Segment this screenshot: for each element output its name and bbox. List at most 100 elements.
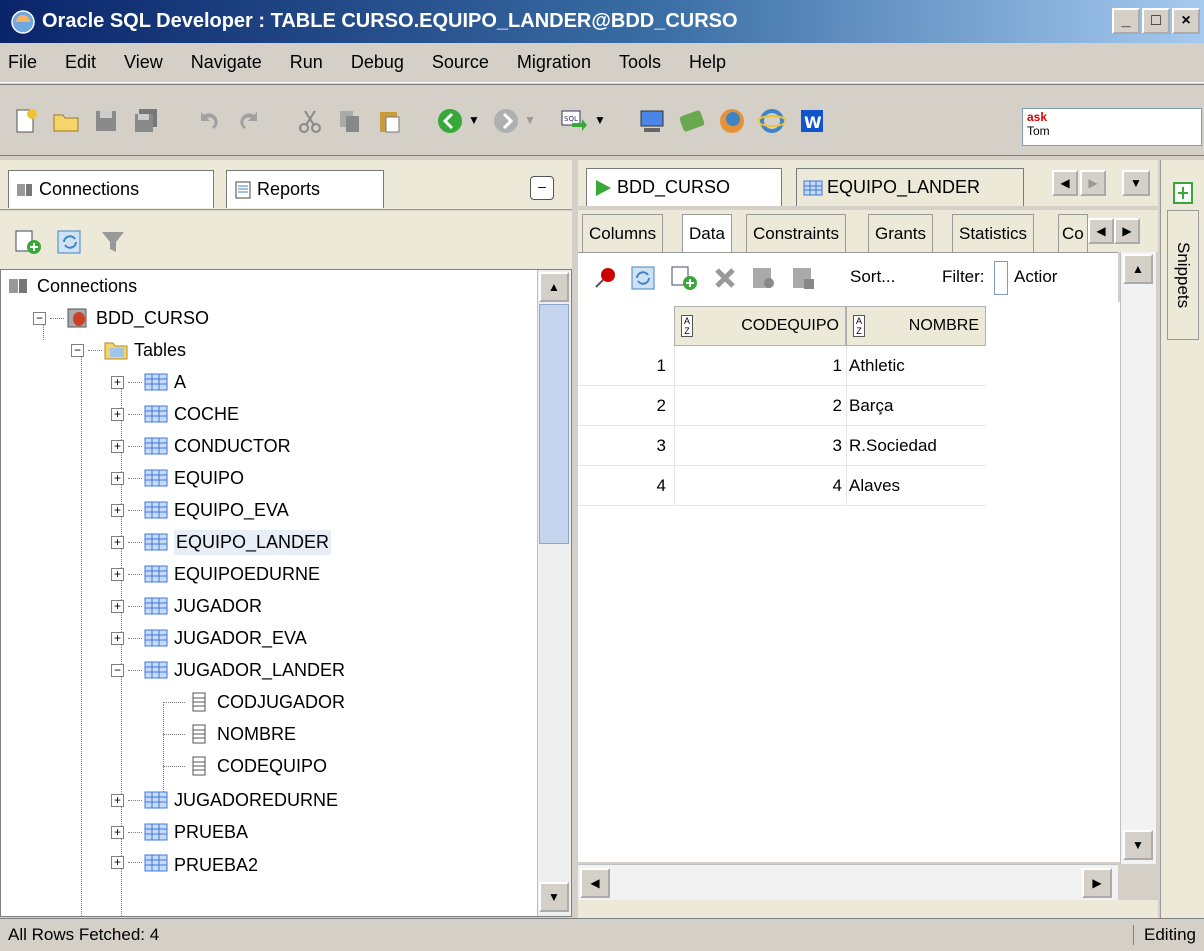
scroll-down-icon[interactable]: ▼ bbox=[1123, 830, 1153, 860]
sort-button[interactable]: Sort... bbox=[850, 267, 895, 287]
menu-help[interactable]: Help bbox=[689, 52, 726, 73]
tree-column-nombre[interactable]: NOMBRE bbox=[163, 718, 296, 750]
menu-source[interactable]: Source bbox=[432, 52, 489, 73]
tree-table-prueba2[interactable]: + PRUEBA2 bbox=[111, 848, 258, 874]
back-dropdown-icon[interactable]: ▼ bbox=[468, 113, 480, 127]
subtab-statistics[interactable]: Statistics bbox=[952, 214, 1035, 252]
expand-icon[interactable]: + bbox=[111, 567, 124, 581]
close-button[interactable]: × bbox=[1172, 8, 1200, 34]
tab-scroll-right-icon[interactable]: ▶ bbox=[1080, 170, 1106, 196]
word-icon[interactable]: W bbox=[798, 107, 826, 135]
subtab-grants[interactable]: Grants bbox=[868, 214, 934, 252]
ie-icon[interactable] bbox=[758, 107, 786, 135]
save-icon[interactable] bbox=[92, 107, 120, 135]
tree-table-a[interactable]: + A bbox=[111, 366, 186, 398]
sql-worksheet-icon[interactable]: SQL bbox=[560, 107, 588, 135]
cell-codequipo[interactable]: 4 bbox=[674, 466, 846, 506]
cell-nombre[interactable]: R.Sociedad bbox=[846, 426, 986, 466]
save-all-icon[interactable] bbox=[132, 107, 160, 135]
grid-vertical-scrollbar[interactable]: ▲ ▼ bbox=[1120, 252, 1156, 864]
expand-icon[interactable]: + bbox=[111, 535, 124, 549]
tab-list-icon[interactable]: ▼ bbox=[1122, 170, 1150, 196]
tree-table-jugador-eva[interactable]: + JUGADOR_EVA bbox=[111, 622, 307, 654]
filter-input[interactable] bbox=[994, 261, 1008, 295]
scroll-up-icon[interactable]: ▲ bbox=[539, 272, 569, 302]
expand-icon[interactable]: + bbox=[111, 599, 124, 613]
cell-codequipo[interactable]: 3 bbox=[674, 426, 846, 466]
menu-tools[interactable]: Tools bbox=[619, 52, 661, 73]
menu-migration[interactable]: Migration bbox=[517, 52, 591, 73]
scroll-down-icon[interactable]: ▼ bbox=[539, 882, 569, 912]
expand-icon[interactable]: + bbox=[111, 793, 124, 807]
refresh-icon[interactable] bbox=[630, 265, 656, 291]
insert-row-icon[interactable] bbox=[670, 265, 698, 291]
tree-table-conductor[interactable]: + CONDUCTOR bbox=[111, 430, 291, 462]
firefox-icon[interactable] bbox=[718, 107, 746, 135]
row-number[interactable]: 2 bbox=[578, 386, 674, 426]
pin-icon[interactable] bbox=[592, 265, 618, 291]
tree-table-equipo-lander[interactable]: + EQUIPO_LANDER bbox=[111, 526, 332, 558]
tab-bdd-curso[interactable]: BDD_CURSO bbox=[586, 168, 782, 206]
collapse-icon[interactable]: − bbox=[71, 343, 84, 357]
scroll-left-icon[interactable]: ◀ bbox=[580, 868, 610, 898]
tab-scroll-left-icon[interactable]: ◀ bbox=[1052, 170, 1078, 196]
tree-table-equipoedurne[interactable]: + EQUIPOEDURNE bbox=[111, 558, 320, 590]
filter-icon[interactable] bbox=[100, 229, 126, 255]
tree-table-jugador-lander[interactable]: − JUGADOR_LANDER bbox=[111, 654, 345, 686]
minimize-button[interactable]: _ bbox=[1112, 8, 1140, 34]
undo-icon[interactable] bbox=[194, 107, 222, 135]
snippets-tab[interactable]: Snippets bbox=[1167, 210, 1199, 340]
tree-column-codjugador[interactable]: CODJUGADOR bbox=[163, 686, 345, 718]
subtab-comments[interactable]: Co bbox=[1058, 214, 1088, 252]
tree-table-coche[interactable]: + COCHE bbox=[111, 398, 239, 430]
row-number[interactable]: 4 bbox=[578, 466, 674, 506]
tree-table-jugador[interactable]: + JUGADOR bbox=[111, 590, 262, 622]
monitor-icon[interactable] bbox=[638, 107, 666, 135]
copy-icon[interactable] bbox=[336, 107, 364, 135]
delete-row-icon[interactable] bbox=[712, 265, 738, 291]
menu-run[interactable]: Run bbox=[290, 52, 323, 73]
oracle-icon[interactable] bbox=[678, 107, 706, 135]
sql-dropdown-icon[interactable]: ▼ bbox=[594, 113, 606, 127]
expand-icon[interactable]: + bbox=[111, 825, 124, 839]
cell-nombre[interactable]: Alaves bbox=[846, 466, 986, 506]
maximize-button[interactable]: □ bbox=[1142, 8, 1170, 34]
forward-dropdown-icon[interactable]: ▼ bbox=[524, 113, 536, 127]
subtab-scroll-left-icon[interactable]: ◀ bbox=[1088, 218, 1114, 244]
back-icon[interactable] bbox=[436, 107, 464, 135]
expand-icon[interactable]: + bbox=[111, 631, 124, 645]
forward-icon[interactable] bbox=[492, 107, 520, 135]
cell-nombre[interactable]: Barça bbox=[846, 386, 986, 426]
rollback-icon[interactable] bbox=[790, 265, 816, 291]
row-number[interactable]: 3 bbox=[578, 426, 674, 466]
minimize-panel-button[interactable]: – bbox=[530, 176, 554, 200]
commit-icon[interactable] bbox=[750, 265, 776, 291]
tree-table-prueba[interactable]: + PRUEBA bbox=[111, 816, 248, 848]
expand-icon[interactable]: + bbox=[111, 407, 124, 421]
menu-debug[interactable]: Debug bbox=[351, 52, 404, 73]
tab-connections[interactable]: Connections bbox=[8, 170, 214, 208]
subtab-columns[interactable]: Columns bbox=[582, 214, 664, 252]
actions-button[interactable]: Actior bbox=[1014, 267, 1108, 287]
collapse-icon[interactable]: − bbox=[111, 663, 124, 677]
tree-connection-bdd-curso[interactable]: − BDD_CURSO bbox=[33, 302, 209, 334]
ask-tom-field[interactable]: ask Tom bbox=[1022, 108, 1202, 146]
expand-icon[interactable]: + bbox=[111, 856, 124, 869]
grid-header-codequipo[interactable]: AZ CODEQUIPO bbox=[674, 306, 846, 346]
expand-icon[interactable]: + bbox=[111, 439, 124, 453]
grid-header-nombre[interactable]: AZ NOMBRE bbox=[846, 306, 986, 346]
redo-icon[interactable] bbox=[236, 107, 264, 135]
snippets-icon[interactable] bbox=[1171, 180, 1195, 206]
cut-icon[interactable] bbox=[296, 107, 324, 135]
subtab-constraints[interactable]: Constraints bbox=[746, 214, 846, 252]
open-icon[interactable] bbox=[52, 107, 80, 135]
row-number[interactable]: 1 bbox=[578, 346, 674, 386]
collapse-icon[interactable]: − bbox=[33, 311, 46, 325]
cell-nombre[interactable]: Athletic bbox=[846, 346, 986, 386]
tree-scrollbar[interactable]: ▲ ▼ bbox=[537, 270, 571, 916]
menu-file[interactable]: File bbox=[8, 52, 37, 73]
scroll-thumb[interactable] bbox=[539, 304, 569, 544]
expand-icon[interactable]: + bbox=[111, 375, 124, 389]
tab-equipo-lander[interactable]: EQUIPO_LANDER bbox=[796, 168, 1024, 206]
tree-table-equipo-eva[interactable]: + EQUIPO_EVA bbox=[111, 494, 289, 526]
